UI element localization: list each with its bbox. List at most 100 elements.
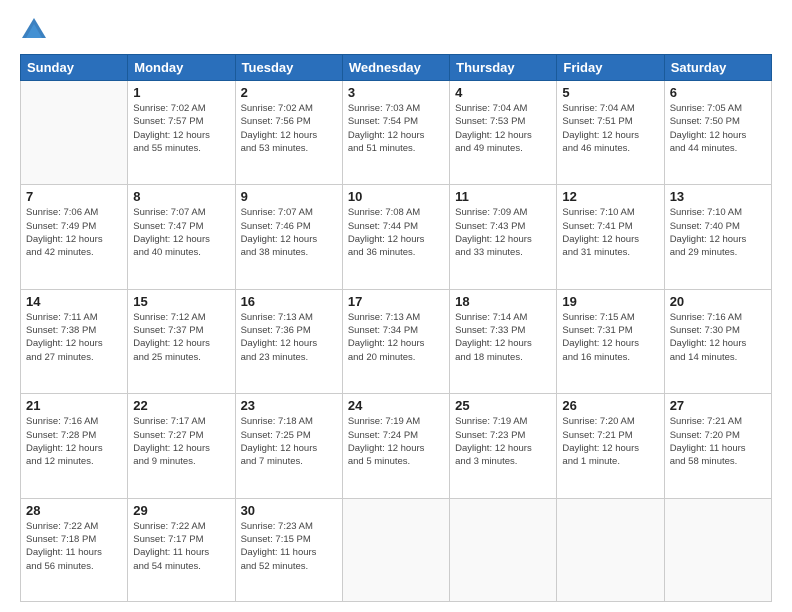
calendar-cell: 2 Sunrise: 7:02 AMSunset: 7:56 PMDaylight… [235, 81, 342, 185]
calendar-week-row: 1Sunrise: 7:02 AMSunset: 7:57 PMDaylight… [21, 81, 772, 185]
day-number: 30 [241, 503, 337, 518]
day-info: Sunrise: 7:23 AMSunset: 7:15 PMDaylight:… [241, 520, 337, 573]
calendar-cell [557, 498, 664, 601]
calendar-cell: 29 Sunrise: 7:22 AMSunset: 7:17 PMDayligh… [128, 498, 235, 601]
day-info: Sunrise: 7:09 AMSunset: 7:43 PMDaylight:… [455, 206, 551, 259]
day-number: 12 [562, 189, 658, 204]
day-info: Sunrise: 7:02 AMSunset: 7:57 PMDaylight:… [133, 102, 229, 155]
calendar-cell: 5Sunrise: 7:04 AMSunset: 7:51 PMDaylight… [557, 81, 664, 185]
day-number: 2 [241, 85, 337, 100]
calendar-cell: 17 Sunrise: 7:13 AMSunset: 7:34 PMDayligh… [342, 289, 449, 393]
day-info: Sunrise: 7:16 AMSunset: 7:28 PMDaylight:… [26, 415, 122, 468]
calendar-table: SundayMondayTuesdayWednesdayThursdayFrid… [20, 54, 772, 602]
calendar-cell: 8 Sunrise: 7:07 AMSunset: 7:47 PMDaylight… [128, 185, 235, 289]
day-number: 27 [670, 398, 766, 413]
day-info: Sunrise: 7:21 AMSunset: 7:20 PMDaylight:… [670, 415, 766, 468]
logo-icon [20, 16, 48, 44]
day-info: Sunrise: 7:18 AMSunset: 7:25 PMDaylight:… [241, 415, 337, 468]
calendar-cell: 30 Sunrise: 7:23 AMSunset: 7:15 PMDayligh… [235, 498, 342, 601]
day-info: Sunrise: 7:15 AMSunset: 7:31 PMDaylight:… [562, 311, 658, 364]
day-number: 18 [455, 294, 551, 309]
day-info: Sunrise: 7:05 AMSunset: 7:50 PMDaylight:… [670, 102, 766, 155]
day-info: Sunrise: 7:13 AMSunset: 7:34 PMDaylight:… [348, 311, 444, 364]
day-info: Sunrise: 7:19 AMSunset: 7:23 PMDaylight:… [455, 415, 551, 468]
calendar-cell: 26 Sunrise: 7:20 AMSunset: 7:21 PMDayligh… [557, 394, 664, 498]
weekday-header: Sunday [21, 55, 128, 81]
calendar-cell: 21 Sunrise: 7:16 AMSunset: 7:28 PMDayligh… [21, 394, 128, 498]
day-number: 14 [26, 294, 122, 309]
day-number: 25 [455, 398, 551, 413]
day-info: Sunrise: 7:03 AMSunset: 7:54 PMDaylight:… [348, 102, 444, 155]
day-info: Sunrise: 7:04 AMSunset: 7:53 PMDaylight:… [455, 102, 551, 155]
day-info: Sunrise: 7:20 AMSunset: 7:21 PMDaylight:… [562, 415, 658, 468]
day-number: 20 [670, 294, 766, 309]
calendar-cell: 11 Sunrise: 7:09 AMSunset: 7:43 PMDayligh… [450, 185, 557, 289]
weekday-header: Saturday [664, 55, 771, 81]
calendar-cell: 7 Sunrise: 7:06 AMSunset: 7:49 PMDaylight… [21, 185, 128, 289]
calendar-cell: 20 Sunrise: 7:16 AMSunset: 7:30 PMDayligh… [664, 289, 771, 393]
calendar-week-row: 14 Sunrise: 7:11 AMSunset: 7:38 PMDayligh… [21, 289, 772, 393]
calendar-cell [450, 498, 557, 601]
calendar-cell: 4 Sunrise: 7:04 AMSunset: 7:53 PMDaylight… [450, 81, 557, 185]
calendar-cell: 18Sunrise: 7:14 AMSunset: 7:33 PMDayligh… [450, 289, 557, 393]
weekday-header: Monday [128, 55, 235, 81]
calendar-cell: 10Sunrise: 7:08 AMSunset: 7:44 PMDayligh… [342, 185, 449, 289]
day-number: 19 [562, 294, 658, 309]
day-number: 17 [348, 294, 444, 309]
calendar-header-row: SundayMondayTuesdayWednesdayThursdayFrid… [21, 55, 772, 81]
day-info: Sunrise: 7:10 AMSunset: 7:41 PMDaylight:… [562, 206, 658, 259]
day-number: 15 [133, 294, 229, 309]
day-number: 13 [670, 189, 766, 204]
day-number: 21 [26, 398, 122, 413]
day-number: 24 [348, 398, 444, 413]
day-info: Sunrise: 7:17 AMSunset: 7:27 PMDaylight:… [133, 415, 229, 468]
day-info: Sunrise: 7:16 AMSunset: 7:30 PMDaylight:… [670, 311, 766, 364]
day-info: Sunrise: 7:11 AMSunset: 7:38 PMDaylight:… [26, 311, 122, 364]
weekday-header: Thursday [450, 55, 557, 81]
day-number: 23 [241, 398, 337, 413]
calendar-cell: 16 Sunrise: 7:13 AMSunset: 7:36 PMDayligh… [235, 289, 342, 393]
day-info: Sunrise: 7:08 AMSunset: 7:44 PMDaylight:… [348, 206, 444, 259]
calendar-cell [664, 498, 771, 601]
day-number: 6 [670, 85, 766, 100]
day-info: Sunrise: 7:02 AMSunset: 7:56 PMDaylight:… [241, 102, 337, 155]
calendar-cell: 14 Sunrise: 7:11 AMSunset: 7:38 PMDayligh… [21, 289, 128, 393]
calendar-cell: 15 Sunrise: 7:12 AMSunset: 7:37 PMDayligh… [128, 289, 235, 393]
calendar-cell: 28 Sunrise: 7:22 AMSunset: 7:18 PMDayligh… [21, 498, 128, 601]
day-info: Sunrise: 7:22 AMSunset: 7:17 PMDaylight:… [133, 520, 229, 573]
calendar-cell: 3 Sunrise: 7:03 AMSunset: 7:54 PMDaylight… [342, 81, 449, 185]
day-info: Sunrise: 7:07 AMSunset: 7:47 PMDaylight:… [133, 206, 229, 259]
day-info: Sunrise: 7:04 AMSunset: 7:51 PMDaylight:… [562, 102, 658, 155]
calendar-cell: 22 Sunrise: 7:17 AMSunset: 7:27 PMDayligh… [128, 394, 235, 498]
day-number: 3 [348, 85, 444, 100]
day-info: Sunrise: 7:10 AMSunset: 7:40 PMDaylight:… [670, 206, 766, 259]
weekday-header: Wednesday [342, 55, 449, 81]
calendar-cell [342, 498, 449, 601]
day-info: Sunrise: 7:12 AMSunset: 7:37 PMDaylight:… [133, 311, 229, 364]
day-number: 28 [26, 503, 122, 518]
day-number: 22 [133, 398, 229, 413]
weekday-header: Tuesday [235, 55, 342, 81]
weekday-header: Friday [557, 55, 664, 81]
logo [20, 16, 50, 44]
calendar-week-row: 21 Sunrise: 7:16 AMSunset: 7:28 PMDayligh… [21, 394, 772, 498]
day-number: 29 [133, 503, 229, 518]
day-number: 26 [562, 398, 658, 413]
calendar-cell: 1Sunrise: 7:02 AMSunset: 7:57 PMDaylight… [128, 81, 235, 185]
calendar-week-row: 28 Sunrise: 7:22 AMSunset: 7:18 PMDayligh… [21, 498, 772, 601]
calendar-cell: 6 Sunrise: 7:05 AMSunset: 7:50 PMDaylight… [664, 81, 771, 185]
day-number: 16 [241, 294, 337, 309]
day-number: 8 [133, 189, 229, 204]
calendar-cell: 13 Sunrise: 7:10 AMSunset: 7:40 PMDayligh… [664, 185, 771, 289]
day-number: 9 [241, 189, 337, 204]
day-info: Sunrise: 7:06 AMSunset: 7:49 PMDaylight:… [26, 206, 122, 259]
day-number: 7 [26, 189, 122, 204]
calendar-cell: 27 Sunrise: 7:21 AMSunset: 7:20 PMDayligh… [664, 394, 771, 498]
day-number: 11 [455, 189, 551, 204]
calendar-cell: 24Sunrise: 7:19 AMSunset: 7:24 PMDayligh… [342, 394, 449, 498]
day-info: Sunrise: 7:07 AMSunset: 7:46 PMDaylight:… [241, 206, 337, 259]
day-number: 4 [455, 85, 551, 100]
day-info: Sunrise: 7:13 AMSunset: 7:36 PMDaylight:… [241, 311, 337, 364]
calendar-cell: 19 Sunrise: 7:15 AMSunset: 7:31 PMDayligh… [557, 289, 664, 393]
day-info: Sunrise: 7:22 AMSunset: 7:18 PMDaylight:… [26, 520, 122, 573]
